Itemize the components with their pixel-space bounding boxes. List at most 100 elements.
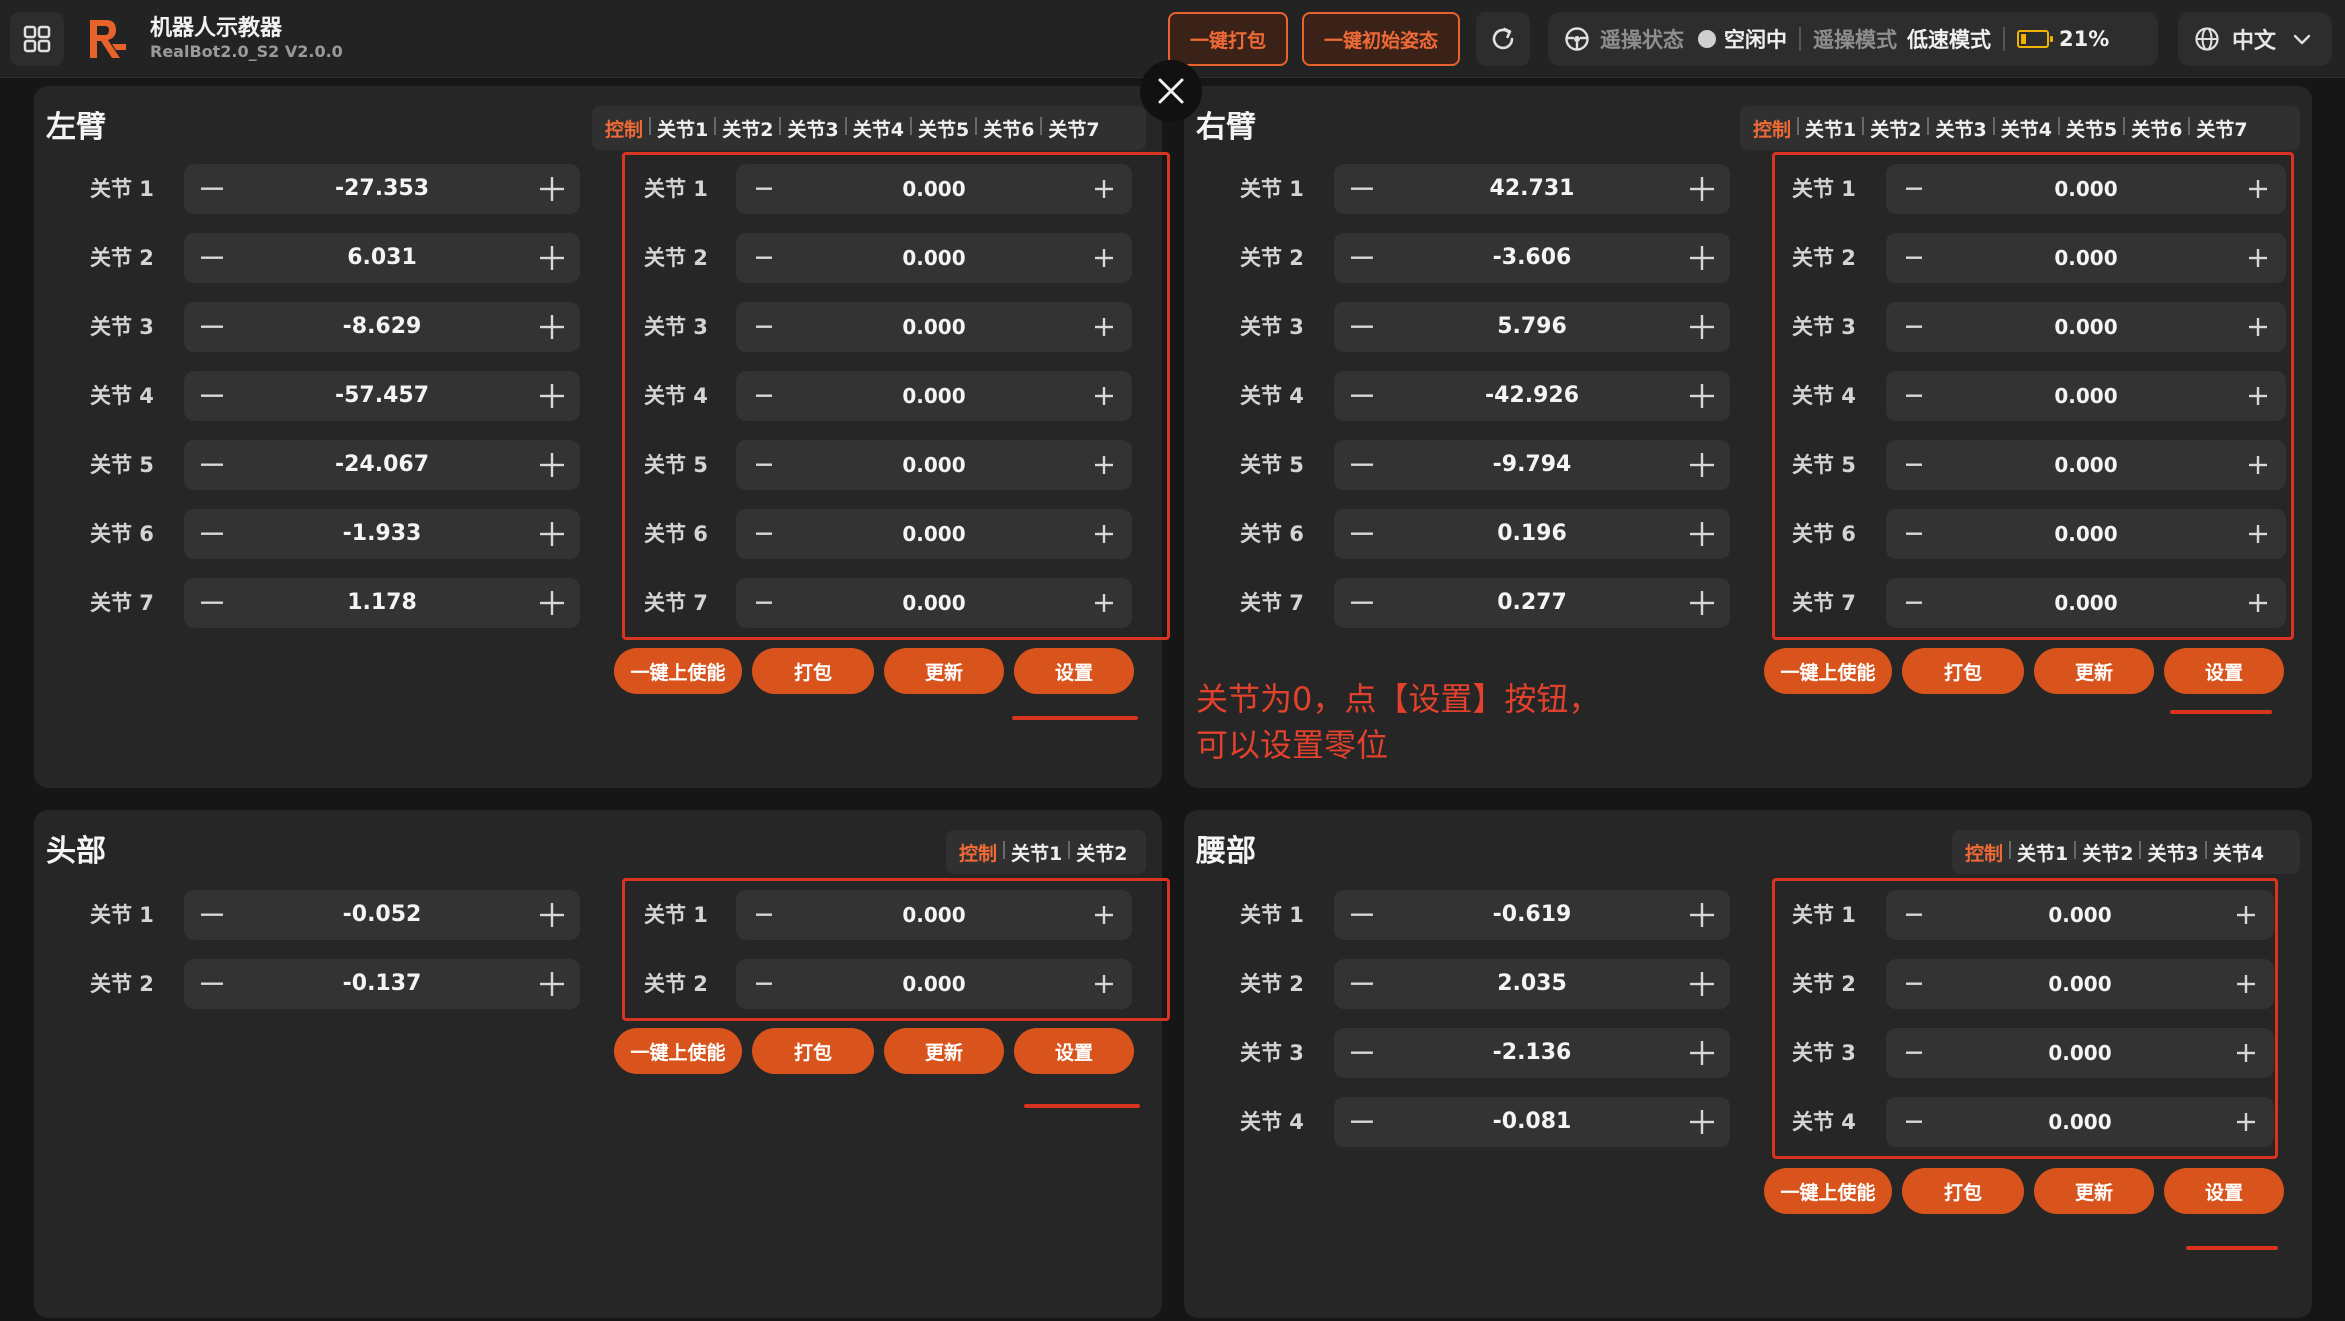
decrement-button[interactable]	[1892, 578, 1936, 628]
right-arm-enable-all-button[interactable]: 一键上使能	[1764, 648, 1892, 694]
joint-value[interactable]: 2.035	[1384, 959, 1680, 1009]
increment-button[interactable]	[530, 164, 574, 214]
offset-value[interactable]: 0.000	[786, 302, 1082, 352]
joint-value[interactable]: -27.353	[234, 164, 530, 214]
increment-button[interactable]	[2236, 509, 2280, 559]
increment-button[interactable]	[1082, 233, 1126, 283]
right-arm-pack-button[interactable]: 打包	[1902, 648, 2024, 694]
decrement-button[interactable]	[1340, 890, 1384, 940]
increment-button[interactable]	[1082, 509, 1126, 559]
decrement-button[interactable]	[1892, 164, 1936, 214]
decrement-button[interactable]	[742, 164, 786, 214]
joint-value[interactable]: -1.933	[234, 509, 530, 559]
head-update-button[interactable]: 更新	[884, 1028, 1004, 1074]
decrement-button[interactable]	[1340, 1028, 1384, 1078]
tab-control[interactable]: 控制	[598, 115, 650, 142]
decrement-button[interactable]	[1340, 440, 1384, 490]
decrement-button[interactable]	[190, 371, 234, 421]
offset-value[interactable]: 0.000	[1936, 578, 2236, 628]
joint-value[interactable]: -9.794	[1384, 440, 1680, 490]
tab-joint-7[interactable]: 关节7	[1040, 115, 1106, 142]
increment-button[interactable]	[2224, 890, 2268, 940]
tab-joint-6[interactable]: 关节6	[2123, 115, 2189, 142]
increment-button[interactable]	[1680, 371, 1724, 421]
increment-button[interactable]	[2236, 440, 2280, 490]
increment-button[interactable]	[1082, 578, 1126, 628]
tab-joint-5[interactable]: 关节5	[909, 115, 976, 142]
decrement-button[interactable]	[742, 440, 786, 490]
tab-control[interactable]: 控制	[1746, 115, 1798, 142]
increment-button[interactable]	[2236, 371, 2280, 421]
increment-button[interactable]	[1680, 890, 1724, 940]
waist-set-button[interactable]: 设置	[2164, 1168, 2284, 1214]
increment-button[interactable]	[530, 233, 574, 283]
decrement-button[interactable]	[1892, 959, 1936, 1009]
tab-joint-2[interactable]: 关节2	[1862, 115, 1928, 142]
offset-value[interactable]: 0.000	[786, 578, 1082, 628]
left-arm-update-button[interactable]: 更新	[884, 648, 1004, 694]
increment-button[interactable]	[530, 959, 574, 1009]
decrement-button[interactable]	[742, 578, 786, 628]
offset-value[interactable]: 0.000	[1936, 371, 2236, 421]
offset-value[interactable]: 0.000	[786, 233, 1082, 283]
tab-joint-4[interactable]: 关节4	[2204, 839, 2271, 866]
decrement-button[interactable]	[1892, 890, 1936, 940]
increment-button[interactable]	[530, 578, 574, 628]
joint-value[interactable]: 6.031	[234, 233, 530, 283]
decrement-button[interactable]	[1892, 440, 1936, 490]
tab-control[interactable]: 控制	[1958, 839, 2010, 866]
decrement-button[interactable]	[742, 371, 786, 421]
left-arm-pack-button[interactable]: 打包	[752, 648, 874, 694]
increment-button[interactable]	[1680, 509, 1724, 559]
offset-value[interactable]: 0.000	[786, 440, 1082, 490]
joint-value[interactable]: 0.196	[1384, 509, 1680, 559]
waist-enable-all-button[interactable]: 一键上使能	[1764, 1168, 1892, 1214]
left-arm-enable-all-button[interactable]: 一键上使能	[614, 648, 742, 694]
joint-value[interactable]: -0.081	[1384, 1097, 1680, 1147]
tab-joint-1[interactable]: 关节1	[1003, 839, 1069, 866]
offset-value[interactable]: 0.000	[1936, 959, 2224, 1009]
joint-value[interactable]: 0.277	[1384, 578, 1680, 628]
joint-value[interactable]: -24.067	[234, 440, 530, 490]
tab-joint-5[interactable]: 关节5	[2057, 115, 2124, 142]
joint-value[interactable]: -57.457	[234, 371, 530, 421]
offset-value[interactable]: 0.000	[786, 890, 1082, 940]
decrement-button[interactable]	[742, 302, 786, 352]
increment-button[interactable]	[1082, 959, 1126, 1009]
decrement-button[interactable]	[1340, 233, 1384, 283]
offset-value[interactable]: 0.000	[1936, 233, 2236, 283]
tab-joint-2[interactable]: 关节2	[2074, 839, 2140, 866]
tab-joint-3[interactable]: 关节3	[1927, 115, 1993, 142]
joint-value[interactable]: -42.926	[1384, 371, 1680, 421]
decrement-button[interactable]	[1892, 509, 1936, 559]
head-enable-all-button[interactable]: 一键上使能	[614, 1028, 742, 1074]
increment-button[interactable]	[1082, 164, 1126, 214]
decrement-button[interactable]	[1340, 578, 1384, 628]
joint-value[interactable]: -0.052	[234, 890, 530, 940]
app-menu-button[interactable]	[10, 12, 64, 66]
tab-control[interactable]: 控制	[952, 839, 1004, 866]
tab-joint-4[interactable]: 关节4	[1992, 115, 2059, 142]
joint-value[interactable]: 5.796	[1384, 302, 1680, 352]
decrement-button[interactable]	[190, 959, 234, 1009]
pack-all-button[interactable]: 一键打包	[1168, 12, 1288, 66]
right-arm-update-button[interactable]: 更新	[2034, 648, 2154, 694]
decrement-button[interactable]	[1892, 1097, 1936, 1147]
decrement-button[interactable]	[742, 959, 786, 1009]
tab-joint-7[interactable]: 关节7	[2188, 115, 2254, 142]
increment-button[interactable]	[1082, 440, 1126, 490]
offset-value[interactable]: 0.000	[1936, 164, 2236, 214]
increment-button[interactable]	[1680, 578, 1724, 628]
decrement-button[interactable]	[1892, 1028, 1936, 1078]
decrement-button[interactable]	[190, 890, 234, 940]
increment-button[interactable]	[530, 302, 574, 352]
increment-button[interactable]	[1680, 233, 1724, 283]
offset-value[interactable]: 0.000	[1936, 1028, 2224, 1078]
refresh-button[interactable]	[1476, 12, 1530, 66]
joint-value[interactable]: 1.178	[234, 578, 530, 628]
increment-button[interactable]	[530, 890, 574, 940]
decrement-button[interactable]	[190, 164, 234, 214]
increment-button[interactable]	[2236, 578, 2280, 628]
decrement-button[interactable]	[1892, 302, 1936, 352]
decrement-button[interactable]	[1892, 233, 1936, 283]
